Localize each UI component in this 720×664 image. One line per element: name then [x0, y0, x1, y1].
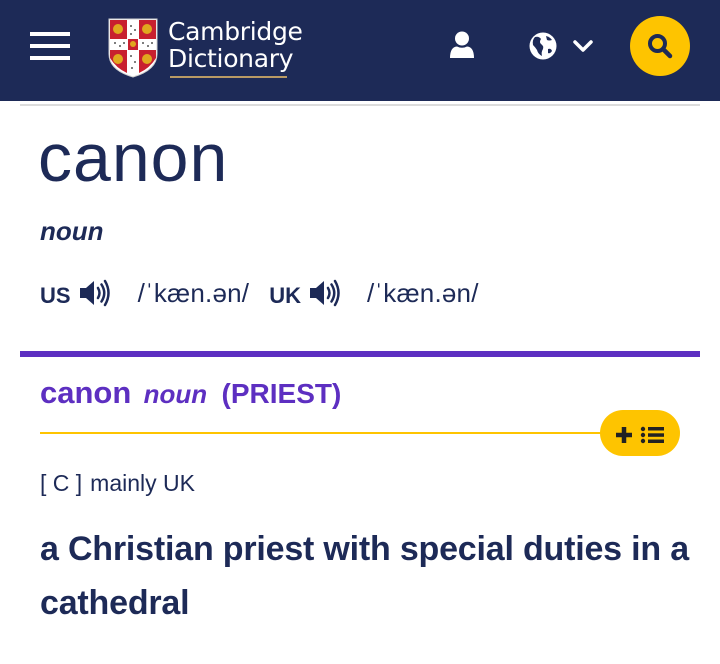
search-icon [648, 34, 673, 59]
sense-headword: canon [40, 375, 132, 410]
sense-underline [40, 432, 640, 434]
logo-line-2: Dictionary [168, 44, 294, 73]
menu-icon-bar [30, 44, 70, 48]
region-label-uk: UK [269, 283, 301, 308]
menu-icon-bar [30, 56, 70, 60]
cambridge-dictionary-logo[interactable]: Cambridge Dictionary [108, 18, 303, 82]
site-header: Cambridge Dictionary [0, 0, 720, 101]
pronunciation-row: US /ˈkæn.ən/ UK /ˈkæn.ən/ [40, 276, 479, 310]
logo-wordmark: Cambridge Dictionary [168, 18, 303, 72]
add-to-wordlist-button[interactable] [600, 410, 680, 456]
sense-heading: canon noun (PRIEST) [40, 375, 341, 411]
ipa-uk: /ˈkæn.ən/ [366, 277, 479, 308]
header-divider [20, 104, 700, 106]
globe-icon[interactable] [529, 32, 557, 60]
plus-list-icon [616, 426, 664, 444]
chevron-down-icon[interactable] [573, 39, 593, 53]
grammar-info: [ C ] mainly UK [40, 470, 195, 497]
region-label-us: US [40, 283, 71, 308]
page-title-headword: canon [38, 120, 229, 196]
part-of-speech: noun [40, 216, 104, 246]
sense-part-of-speech: noun [143, 379, 208, 409]
definition-text: a Christian priest with special duties i… [40, 530, 689, 622]
speaker-icon-uk[interactable] [309, 279, 341, 307]
shield-logo-icon [108, 18, 158, 78]
menu-button[interactable] [30, 32, 70, 60]
ipa-us: /ˈkæn.ən/ [137, 277, 250, 308]
sense-divider [20, 351, 700, 357]
grammar-code: [ C ] [40, 470, 83, 496]
menu-icon-bar [30, 32, 70, 36]
logo-line-1: Cambridge [168, 17, 303, 46]
sense-guideword: (PRIEST) [221, 378, 342, 409]
search-button[interactable] [630, 16, 690, 76]
speaker-icon-us[interactable] [79, 279, 111, 307]
user-icon[interactable] [449, 31, 475, 59]
logo-underline [170, 76, 287, 78]
usage-label: mainly UK [90, 470, 195, 496]
